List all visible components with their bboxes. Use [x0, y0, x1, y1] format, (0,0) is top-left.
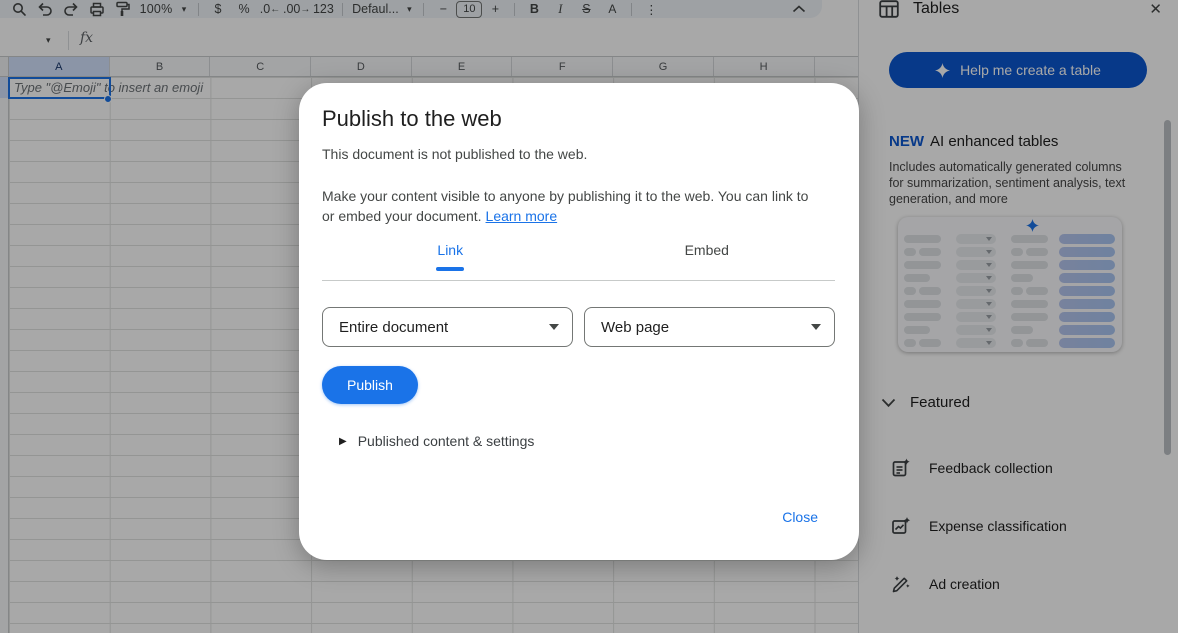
app-window: 100% ▾ $ % .0← .00→ 123 Defaul... ▾ − 10… [0, 0, 1178, 633]
publish-scope-dropdown[interactable]: Entire document [322, 307, 573, 347]
active-tab-indicator [436, 267, 464, 271]
published-content-settings-expander[interactable]: ▶ Published content & settings [339, 433, 534, 449]
body-text: Make your content visible to anyone by p… [322, 188, 808, 224]
tabs-divider [322, 280, 835, 281]
scope-dropdown-value: Entire document [339, 319, 448, 336]
publish-tabs: Link Embed [322, 235, 835, 269]
expander-arrow-icon: ▶ [339, 436, 347, 447]
publish-format-dropdown[interactable]: Web page [584, 307, 835, 347]
learn-more-link[interactable]: Learn more [486, 208, 558, 224]
dialog-close-button[interactable]: Close [782, 509, 818, 525]
tab-embed[interactable]: Embed [579, 235, 836, 269]
dropdown-caret-icon [549, 324, 559, 330]
publish-to-web-dialog: Publish to the web This document is not … [299, 83, 859, 560]
expander-label: Published content & settings [358, 433, 535, 449]
publish-status-text: This document is not published to the we… [322, 146, 587, 162]
dialog-title: Publish to the web [322, 106, 502, 132]
tab-link[interactable]: Link [322, 235, 579, 269]
dialog-body-text: Make your content visible to anyone by p… [322, 186, 824, 226]
publish-button[interactable]: Publish [322, 366, 418, 404]
dropdown-caret-icon [811, 324, 821, 330]
format-dropdown-value: Web page [601, 319, 669, 336]
